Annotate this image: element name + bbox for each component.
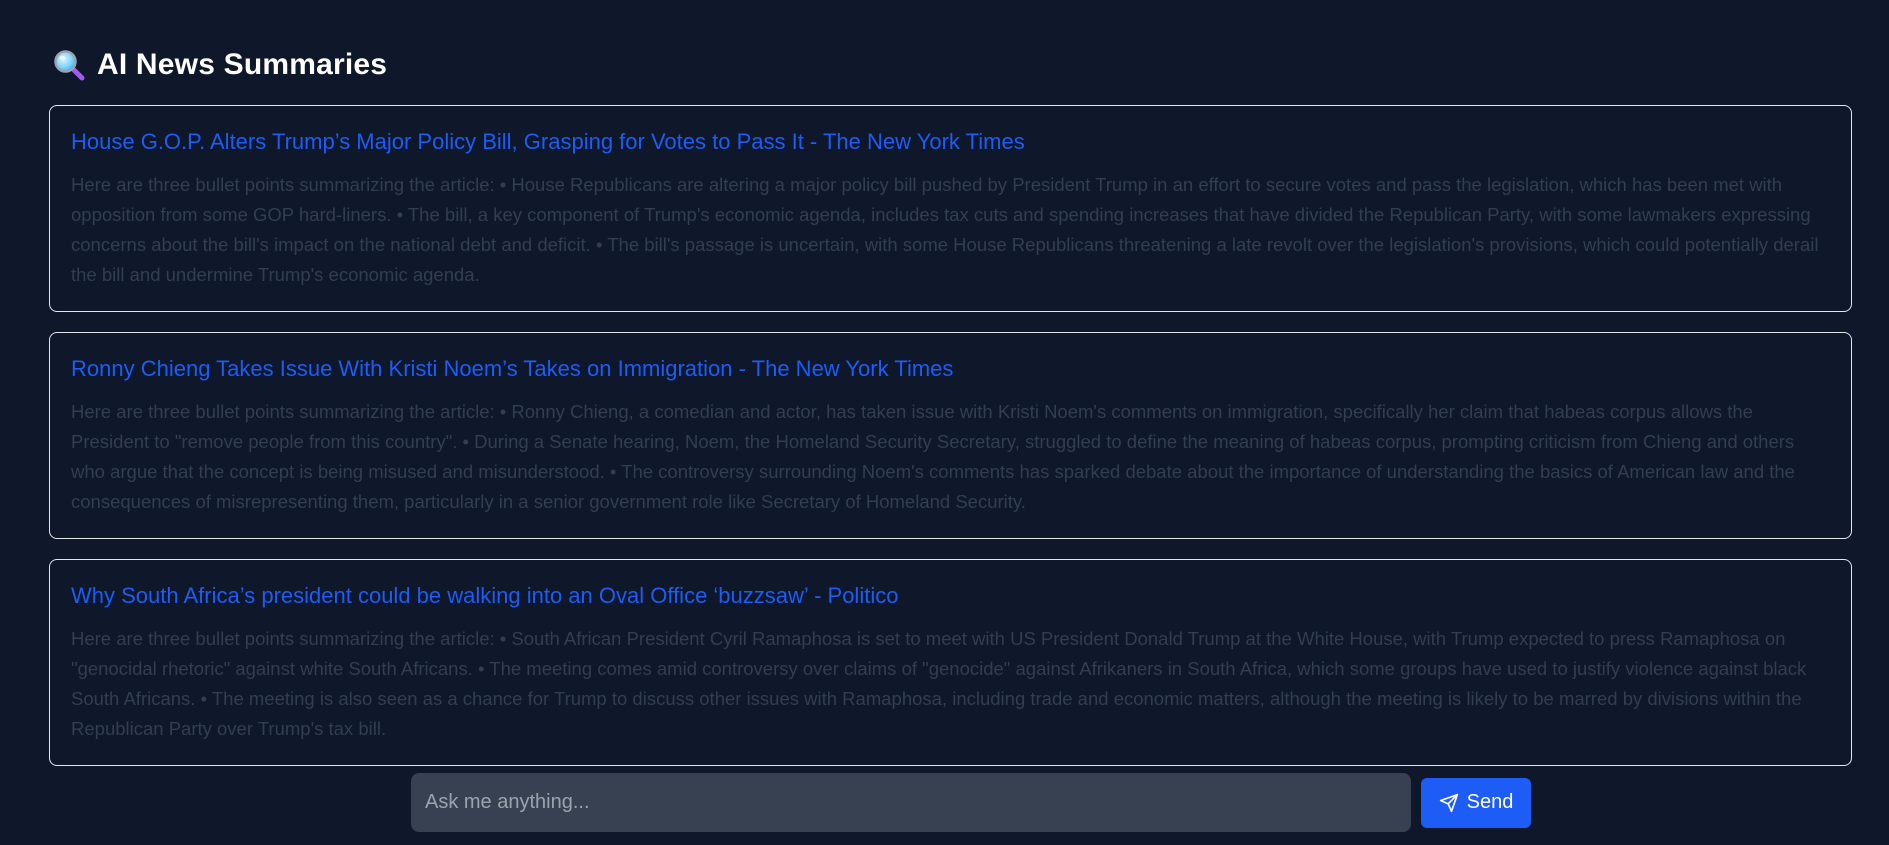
chat-composer: Send	[411, 773, 1531, 832]
article-summary: Here are three bullet points summarizing…	[71, 628, 1807, 739]
article-card: Ronny Chieng Takes Issue With Kristi Noe…	[49, 332, 1852, 539]
magnifying-glass-icon	[53, 49, 85, 81]
article-title-link[interactable]: Why South Africa’s president could be wa…	[71, 582, 1831, 610]
article-card: House G.O.P. Alters Trump’s Major Policy…	[49, 105, 1852, 312]
paper-plane-icon	[1439, 793, 1459, 813]
send-button-label: Send	[1466, 791, 1514, 813]
send-button[interactable]: Send	[1421, 777, 1531, 828]
page-title: AI News Summaries	[97, 48, 388, 81]
article-summary: Here are three bullet points summarizing…	[71, 401, 1795, 512]
article-title-link[interactable]: Ronny Chieng Takes Issue With Kristi Noe…	[71, 355, 1831, 383]
ask-input[interactable]	[411, 773, 1411, 832]
article-card: Why South Africa’s president could be wa…	[49, 559, 1852, 766]
article-title-link[interactable]: House G.O.P. Alters Trump’s Major Policy…	[71, 128, 1831, 156]
page-header: AI News Summaries	[53, 48, 387, 82]
article-list: House G.O.P. Alters Trump’s Major Policy…	[49, 105, 1852, 766]
article-summary: Here are three bullet points summarizing…	[71, 174, 1819, 285]
